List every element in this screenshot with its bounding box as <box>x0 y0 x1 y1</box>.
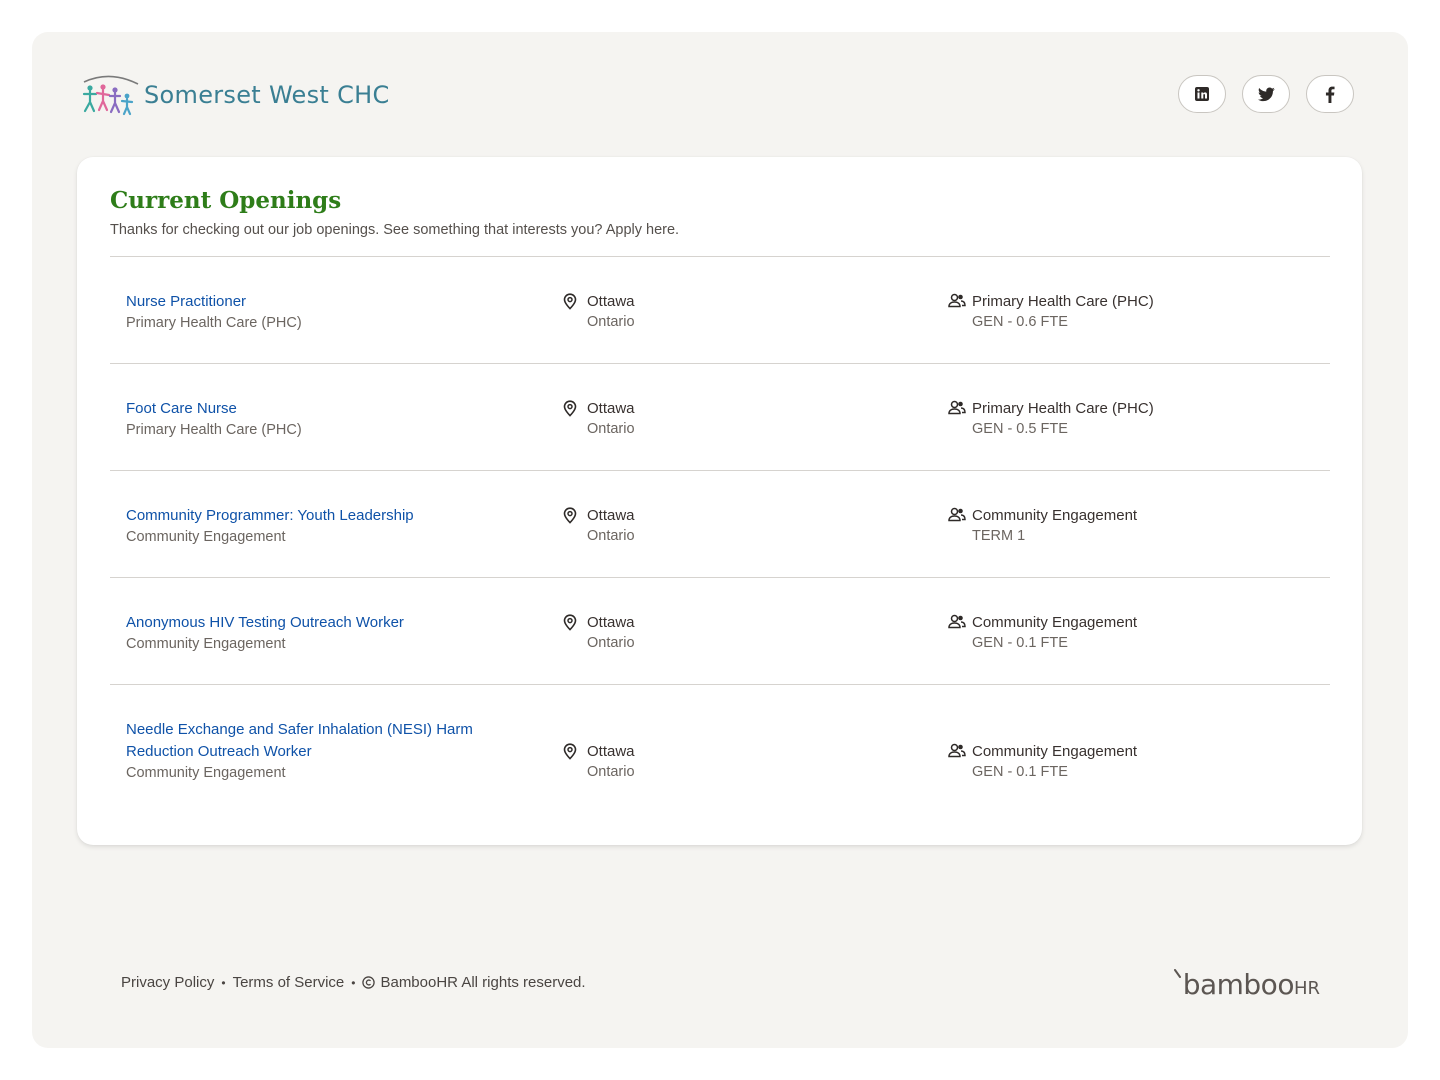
job-location: Ottawa Ontario <box>563 398 635 440</box>
job-location: Ottawa Ontario <box>563 612 635 654</box>
job-title-link[interactable]: Needle Exchange and Safer Inhalation (NE… <box>126 719 516 763</box>
location-pin-icon <box>563 612 583 636</box>
location-pin-icon <box>563 398 583 422</box>
job-employment-type: GEN - 0.6 FTE <box>972 314 1068 330</box>
people-icon <box>948 741 968 765</box>
location-text: Ottawa Ontario <box>587 398 635 440</box>
twitter-button[interactable] <box>1242 75 1290 113</box>
separator-dot: • <box>221 975 226 990</box>
people-icon <box>948 291 968 315</box>
job-province: Ontario <box>587 528 635 544</box>
openings-card: Current Openings Thanks for checking out… <box>77 157 1362 845</box>
job-title-link[interactable]: Anonymous HIV Testing Outreach Worker <box>126 612 516 634</box>
job-team: Community Engagement TERM 1 <box>948 505 1137 547</box>
job-location: Ottawa Ontario <box>563 291 635 333</box>
location-text: Ottawa Ontario <box>587 291 635 333</box>
job-city: Ottawa <box>587 400 635 417</box>
job-team-name: Primary Health Care (PHC) <box>972 400 1154 417</box>
job-title-link[interactable]: Nurse Practitioner <box>126 291 516 313</box>
job-location: Ottawa Ontario <box>563 505 635 547</box>
job-province: Ontario <box>587 421 635 437</box>
job-team: Community Engagement GEN - 0.1 FTE <box>948 612 1137 654</box>
linkedin-button[interactable] <box>1178 75 1226 113</box>
brand-name: Somerset West CHC <box>144 81 390 109</box>
facebook-icon <box>1325 86 1335 103</box>
job-province: Ontario <box>587 314 635 330</box>
location-pin-icon <box>563 505 583 529</box>
location-pin-icon <box>563 291 583 315</box>
copyright: BambooHR All rights reserved. <box>362 974 586 991</box>
page-frame: Somerset West CHC Current Openings Thank… <box>32 32 1408 1048</box>
copyright-icon <box>362 976 376 989</box>
job-info: Community Programmer: Youth Leadership C… <box>126 505 516 548</box>
people-icon <box>948 398 968 422</box>
bamboo-logo-hr: HR <box>1293 978 1320 999</box>
footer-links: Privacy Policy • Terms of Service • Bamb… <box>121 974 586 991</box>
job-department: Primary Health Care (PHC) <box>126 315 302 331</box>
privacy-policy-link[interactable]: Privacy Policy <box>121 974 214 991</box>
brand-logo[interactable]: Somerset West CHC <box>80 72 390 118</box>
location-text: Ottawa Ontario <box>587 741 635 783</box>
job-info: Nurse Practitioner Primary Health Care (… <box>126 291 516 334</box>
job-row: Foot Care Nurse Primary Health Care (PHC… <box>110 363 1330 470</box>
separator-dot: • <box>351 975 356 990</box>
job-city: Ottawa <box>587 614 635 631</box>
team-text: Community Engagement TERM 1 <box>972 505 1137 547</box>
bamboohr-logo[interactable]: bambooHR <box>1173 968 1320 1001</box>
job-title-link[interactable]: Community Programmer: Youth Leadership <box>126 505 516 527</box>
linkedin-icon <box>1195 87 1209 101</box>
job-info: Needle Exchange and Safer Inhalation (NE… <box>126 719 516 784</box>
job-row: Community Programmer: Youth Leadership C… <box>110 470 1330 577</box>
job-info: Anonymous HIV Testing Outreach Worker Co… <box>126 612 516 655</box>
job-department: Primary Health Care (PHC) <box>126 422 302 438</box>
facebook-button[interactable] <box>1306 75 1354 113</box>
job-team-name: Community Engagement <box>972 614 1138 631</box>
job-employment-type: GEN - 0.5 FTE <box>972 421 1068 437</box>
social-links <box>1178 75 1354 113</box>
page-subtitle: Thanks for checking out our job openings… <box>110 222 680 238</box>
job-department: Community Engagement <box>126 529 286 545</box>
job-employment-type: GEN - 0.1 FTE <box>972 764 1068 780</box>
job-team-name: Community Engagement <box>972 743 1138 760</box>
job-list: Nurse Practitioner Primary Health Care (… <box>110 256 1330 815</box>
job-team: Primary Health Care (PHC) GEN - 0.6 FTE <box>948 291 1154 333</box>
team-text: Community Engagement GEN - 0.1 FTE <box>972 612 1137 654</box>
job-department: Community Engagement <box>126 765 286 781</box>
job-city: Ottawa <box>587 293 635 310</box>
logo-figures-icon <box>82 75 139 116</box>
bamboo-logo-text: bamboo <box>1182 968 1295 1001</box>
job-team-name: Community Engagement <box>972 507 1138 524</box>
people-icon <box>948 505 968 529</box>
job-city: Ottawa <box>587 743 635 760</box>
team-text: Primary Health Care (PHC) GEN - 0.6 FTE <box>972 291 1154 333</box>
team-text: Community Engagement GEN - 0.1 FTE <box>972 741 1137 783</box>
team-text: Primary Health Care (PHC) GEN - 0.5 FTE <box>972 398 1154 440</box>
job-team: Primary Health Care (PHC) GEN - 0.5 FTE <box>948 398 1154 440</box>
job-info: Foot Care Nurse Primary Health Care (PHC… <box>126 398 516 441</box>
job-employment-type: GEN - 0.1 FTE <box>972 635 1068 651</box>
terms-of-service-link[interactable]: Terms of Service <box>233 974 345 991</box>
location-pin-icon <box>563 741 583 765</box>
job-province: Ontario <box>587 764 635 780</box>
job-row: Anonymous HIV Testing Outreach Worker Co… <box>110 577 1330 684</box>
job-row: Nurse Practitioner Primary Health Care (… <box>110 256 1330 363</box>
location-text: Ottawa Ontario <box>587 612 635 654</box>
job-row: Needle Exchange and Safer Inhalation (NE… <box>110 684 1330 815</box>
job-employment-type: TERM 1 <box>972 528 1026 544</box>
job-team-name: Primary Health Care (PHC) <box>972 293 1154 310</box>
copyright-text: BambooHR All rights reserved. <box>380 974 586 991</box>
page-title: Current Openings <box>110 187 342 214</box>
twitter-icon <box>1257 86 1275 101</box>
job-team: Community Engagement GEN - 0.1 FTE <box>948 741 1137 783</box>
job-title-link[interactable]: Foot Care Nurse <box>126 398 516 420</box>
job-location: Ottawa Ontario <box>563 741 635 783</box>
location-text: Ottawa Ontario <box>587 505 635 547</box>
job-city: Ottawa <box>587 507 635 524</box>
people-icon <box>948 612 968 636</box>
job-department: Community Engagement <box>126 636 286 652</box>
job-province: Ontario <box>587 635 635 651</box>
